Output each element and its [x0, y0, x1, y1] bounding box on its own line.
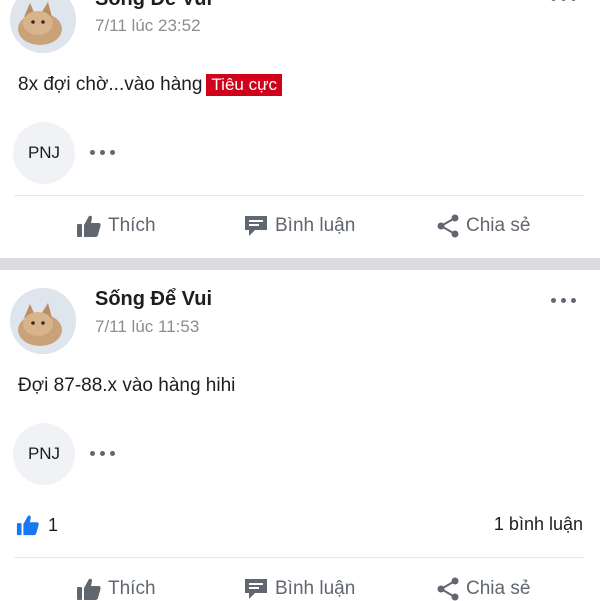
post-1-share-button[interactable]: Chia sẻ: [436, 214, 530, 238]
post-2-commenter-avatar[interactable]: PNJ: [13, 423, 75, 485]
post-1-comment-button[interactable]: Bình luận: [243, 214, 355, 238]
comment-icon: [245, 579, 267, 599]
share-label: Chia sẻ: [466, 215, 531, 236]
post-2-comment-button[interactable]: Bình luận: [243, 577, 355, 601]
post-1-avatar[interactable]: [10, 0, 76, 53]
post-2-avatar[interactable]: [10, 288, 76, 354]
comment-label: Bình luận: [275, 215, 356, 236]
post-2-share-button[interactable]: Chia sẻ: [436, 577, 530, 601]
post-2-more-icon[interactable]: [551, 298, 576, 303]
sentiment-badge: Tiêu cực: [206, 74, 282, 96]
post-2-like-button[interactable]: Thích: [76, 577, 156, 601]
comment-label: Bình luận: [275, 578, 356, 599]
share-label: Chia sẻ: [466, 578, 531, 599]
post-1-text: 8x đợi chờ...vào hàng: [18, 74, 203, 95]
thumbs-up-icon: [77, 215, 101, 237]
comment-count[interactable]: 1 bình luận: [494, 514, 583, 535]
post-2-timestamp[interactable]: 7/11 lúc 11:53: [95, 317, 199, 337]
post-1-like-button[interactable]: Thích: [76, 214, 156, 238]
post-2-author[interactable]: Sống Để Vui: [95, 288, 212, 311]
thumbs-up-icon: [77, 578, 101, 600]
comment-icon: [245, 216, 267, 236]
like-reaction-icon: [16, 515, 39, 536]
post-1-more-icon[interactable]: [551, 0, 576, 1]
share-icon: [437, 577, 459, 601]
cat-avatar-icon: [10, 0, 76, 53]
share-icon: [437, 214, 459, 238]
post-2-divider: [14, 557, 584, 558]
post-1-author[interactable]: Sống Để Vui: [95, 0, 212, 11]
cat-avatar-icon: [10, 288, 76, 354]
post-1-comment-more-icon[interactable]: [90, 150, 115, 155]
like-label: Thích: [108, 578, 156, 599]
post-2-comment-more-icon[interactable]: [90, 451, 115, 456]
like-label: Thích: [108, 215, 156, 236]
like-count: 1: [48, 514, 59, 535]
post-separator: [0, 258, 600, 270]
post-1-timestamp[interactable]: 7/11 lúc 23:52: [95, 16, 201, 36]
reaction-summary[interactable]: 1: [16, 513, 58, 537]
post-1-commenter-avatar[interactable]: PNJ: [13, 122, 75, 184]
post-2-text: Đợi 87-88.x vào hàng hihi: [18, 375, 236, 396]
post-1-text-line: 8x đợi chờ...vào hàng Tiêu cực: [18, 74, 282, 96]
post-1-divider: [14, 195, 584, 196]
